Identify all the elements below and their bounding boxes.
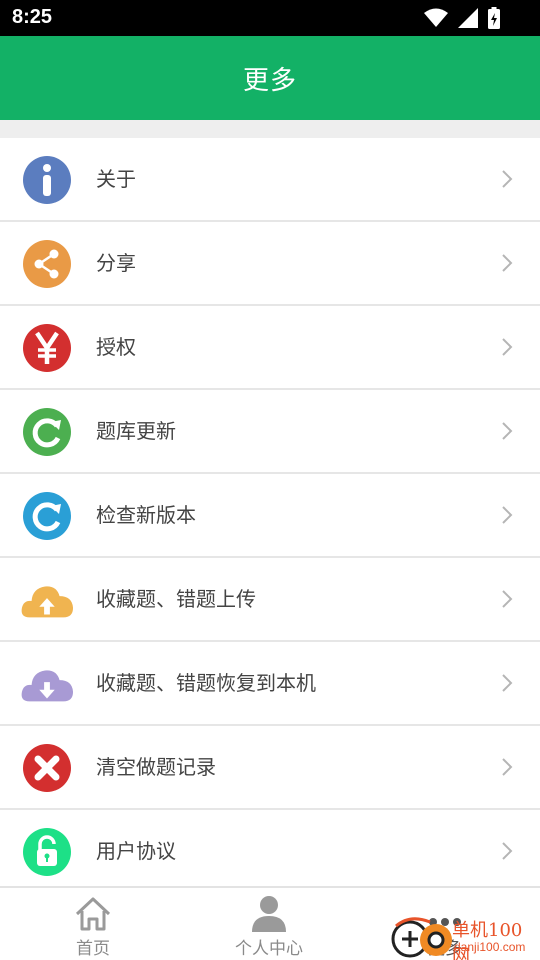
menu-item-upload-favorites[interactable]: 收藏题、错题上传 (0, 558, 540, 642)
menu-item-label: 清空做题记录 (96, 754, 216, 779)
menu-item-check-version[interactable]: 检查新版本 (0, 474, 540, 558)
chevron-right-icon (502, 170, 513, 188)
menu-item-label: 收藏题、错题上传 (96, 586, 256, 611)
refresh-icon (20, 408, 74, 456)
wifi-icon (424, 8, 448, 27)
watermark: 单机100网 danji100.com (390, 914, 540, 960)
yen-icon (20, 324, 74, 372)
person-icon (251, 888, 287, 932)
menu-item-label: 收藏题、错题恢复到本机 (96, 670, 316, 695)
tab-home[interactable]: 首页 (60, 888, 126, 960)
cloud-download-icon (20, 660, 74, 708)
section-spacer (0, 120, 540, 138)
share-icon (20, 240, 74, 288)
chevron-right-icon (502, 422, 513, 440)
menu-item-label: 授权 (96, 334, 136, 359)
menu-item-label: 检查新版本 (96, 502, 196, 527)
update-icon (20, 492, 74, 540)
lock-icon (20, 828, 74, 876)
tab-label: 首页 (76, 939, 110, 959)
menu-item-share[interactable]: 分享 (0, 222, 540, 306)
chevron-right-icon (502, 842, 513, 860)
tab-profile[interactable]: 个人中心 (226, 888, 312, 960)
menu-item-authorize[interactable]: 授权 (0, 306, 540, 390)
info-icon (20, 156, 74, 204)
clear-icon (20, 744, 74, 792)
battery-icon (488, 7, 500, 29)
status-icons (424, 7, 500, 29)
cloud-upload-icon (20, 576, 74, 624)
menu-item-question-bank-update[interactable]: 题库更新 (0, 390, 540, 474)
status-time: 8:25 (12, 6, 53, 28)
menu-item-label: 题库更新 (96, 418, 176, 443)
page-title: 更多 (242, 65, 297, 96)
status-bar: 8:25 (0, 0, 540, 36)
chevron-right-icon (502, 254, 513, 272)
signal-icon (458, 8, 478, 28)
watermark-url: danji100.com (454, 940, 526, 954)
menu-item-restore-favorites[interactable]: 收藏题、错题恢复到本机 (0, 642, 540, 726)
watermark-logo-icon (391, 917, 452, 958)
chevron-right-icon (502, 590, 513, 608)
chevron-right-icon (502, 674, 513, 692)
menu-item-clear-records[interactable]: 清空做题记录 (0, 726, 540, 810)
menu-list: 关于 分享 授权 题库更新 检查新版本 收藏题、错题上传 收藏题、错题恢复到本机… (0, 138, 540, 894)
chevron-right-icon (502, 338, 513, 356)
menu-item-label: 分享 (96, 250, 136, 275)
menu-item-label: 用户协议 (96, 838, 176, 863)
menu-item-user-agreement[interactable]: 用户协议 (0, 810, 540, 894)
menu-item-label: 关于 (96, 166, 136, 191)
menu-item-about[interactable]: 关于 (0, 138, 540, 222)
chevron-right-icon (502, 758, 513, 776)
chevron-right-icon (502, 506, 513, 524)
home-icon (74, 888, 112, 932)
tab-label: 个人中心 (235, 939, 303, 959)
app-bar: 更多 (0, 36, 540, 120)
